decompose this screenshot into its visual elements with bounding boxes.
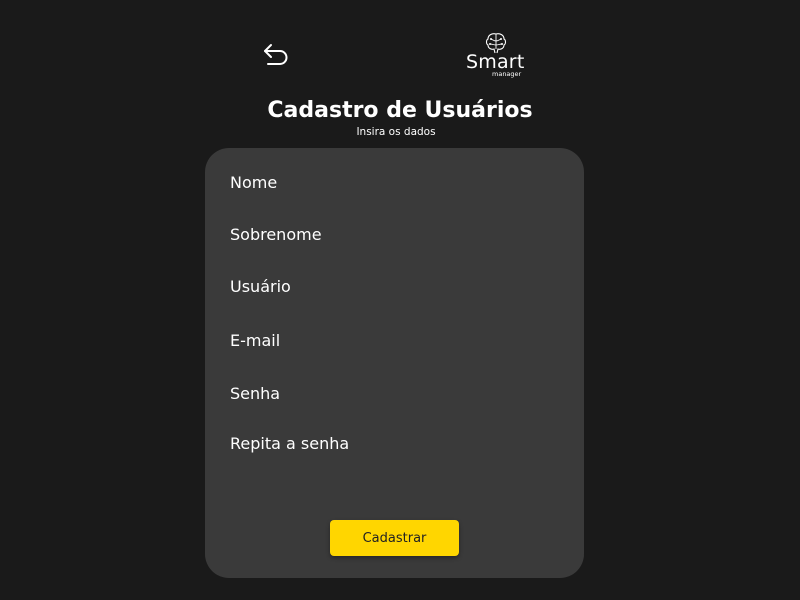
- register-button[interactable]: Cadastrar: [330, 520, 459, 556]
- registration-form: Cadastrar: [205, 148, 584, 578]
- back-button[interactable]: [262, 42, 290, 68]
- confirm-password-field[interactable]: [223, 429, 563, 457]
- page-title: Cadastro de Usuários: [267, 98, 533, 123]
- undo-arrow-icon: [264, 44, 288, 65]
- page-subtitle: Insira os dados: [356, 126, 436, 138]
- username-field[interactable]: [223, 272, 563, 300]
- smart-manager-logo: Smart manager: [462, 32, 534, 78]
- last-name-field[interactable]: [223, 220, 563, 248]
- password-field[interactable]: [223, 379, 563, 407]
- email-field[interactable]: [223, 326, 563, 354]
- logo-subtext: manager: [492, 70, 522, 78]
- first-name-field[interactable]: [223, 168, 563, 196]
- user-registration-page: Smart manager Cadastro de Usuários Insir…: [0, 0, 800, 600]
